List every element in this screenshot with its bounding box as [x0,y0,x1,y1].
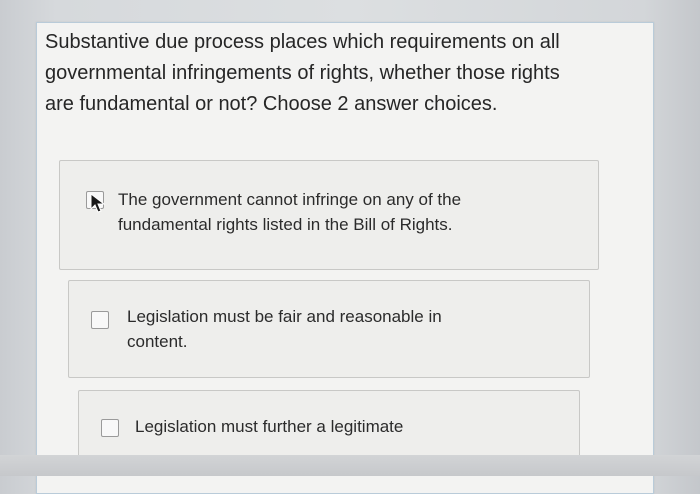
screen-bottom-edge [0,455,700,476]
answer-option-2-label: Legislation must be fair and reasonable … [127,304,567,354]
checkbox-icon[interactable] [91,311,109,329]
answer-option-2-line-2: content. [127,332,188,351]
answer-option-3-label: Legislation must further a legitimate [135,414,555,439]
question-line-1: Substantive due process places which req… [45,31,560,53]
answer-option-1-label: The government cannot infringe on any of… [118,187,578,237]
question-line-2: governmental infringements of rights, wh… [45,62,560,84]
answer-option-1-line-1: The government cannot infringe on any of… [118,190,462,209]
answer-option-2[interactable]: Legislation must be fair and reasonable … [68,280,590,378]
answer-option-3-line-1: Legislation must further a legitimate [135,417,404,436]
question-text: Substantive due process places which req… [45,27,645,120]
mouse-pointer-icon [90,193,106,213]
answer-option-1[interactable]: The government cannot infringe on any of… [59,160,599,270]
checkbox-icon[interactable] [101,419,119,437]
answer-option-2-line-1: Legislation must be fair and reasonable … [127,307,442,326]
answer-option-1-line-2: fundamental rights listed in the Bill of… [118,215,453,234]
question-line-3: are fundamental or not? Choose 2 answer … [45,93,498,115]
